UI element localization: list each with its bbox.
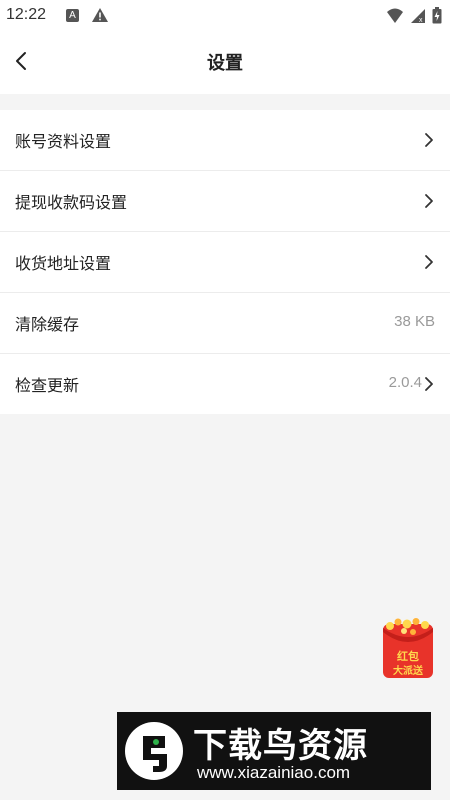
status-bar: 12:22 A x [0, 0, 450, 32]
setting-row-withdraw-qr[interactable]: 提现收款码设置 [0, 171, 450, 232]
setting-row-check-update[interactable]: 检查更新 2.0.4 [0, 354, 450, 414]
chevron-right-icon [425, 377, 433, 391]
chevron-right-icon [425, 255, 433, 269]
watermark-title: 下载鸟资源 [193, 726, 368, 766]
chevron-right-icon [425, 133, 433, 147]
status-right-icons: x [386, 7, 442, 28]
wifi-icon [386, 8, 404, 28]
settings-list: 账号资料设置 提现收款码设置 收货地址设置 清除缓存 38 KB 检查更新 2.… [0, 110, 450, 414]
app-notification-icon: A [66, 9, 79, 22]
bird-logo-icon [125, 722, 183, 780]
setting-label: 账号资料设置 [15, 132, 112, 151]
setting-row-account-profile[interactable]: 账号资料设置 [0, 110, 450, 171]
setting-label: 检查更新 [15, 376, 80, 395]
version-value: 2.0.4 [388, 374, 422, 391]
promo-line2: 大派送 [393, 666, 423, 677]
navigation-bar: 设置 [0, 32, 450, 94]
watermark-url: www.xiazainiao.com [197, 763, 351, 782]
chevron-right-icon [425, 194, 433, 208]
setting-label: 清除缓存 [15, 315, 80, 334]
setting-label: 收货地址设置 [15, 254, 112, 273]
cache-size-value: 38 KB [394, 313, 435, 330]
svg-text:x: x [419, 17, 423, 24]
setting-row-clear-cache[interactable]: 清除缓存 38 KB [0, 293, 450, 354]
warning-icon [91, 7, 109, 27]
watermark-banner: 下载鸟资源 www.xiazainiao.com [117, 712, 431, 790]
setting-row-shipping-address[interactable]: 收货地址设置 [0, 232, 450, 293]
setting-label: 提现收款码设置 [15, 193, 128, 212]
battery-icon [432, 7, 442, 28]
signal-icon: x [410, 8, 426, 28]
page-title: 设置 [207, 53, 243, 74]
status-time: 12:22 [6, 6, 47, 23]
red-envelope-promo-button[interactable]: 红包 大派送 [380, 618, 436, 680]
